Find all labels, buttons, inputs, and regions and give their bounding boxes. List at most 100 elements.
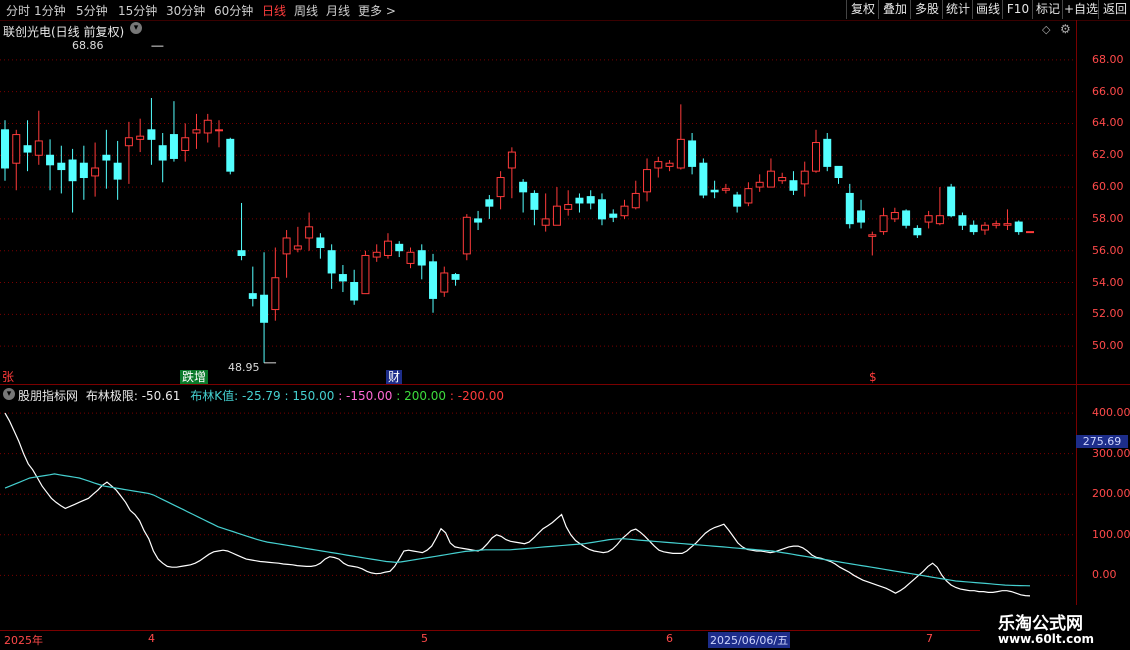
candlestick-chart[interactable] [0, 20, 1076, 384]
toolbar-button-1[interactable]: 叠加 [878, 0, 911, 19]
candle [676, 104, 685, 170]
candle [474, 210, 483, 231]
candle [823, 132, 832, 172]
watermark-name: 乐淘公式网 [998, 614, 1083, 634]
indicator-tick-1: 100.00 [1092, 527, 1130, 541]
period-tab-3[interactable]: 15分钟 [118, 2, 157, 19]
candle [372, 244, 381, 262]
candle [136, 118, 145, 153]
candle [237, 202, 246, 261]
price-tick-4: 58.00 [1092, 211, 1124, 225]
indicator-tick-4: 400.00 [1092, 406, 1130, 420]
candle [902, 209, 911, 229]
candle [169, 101, 178, 162]
candle [913, 225, 922, 238]
watermark-url: www.60lt.com [998, 632, 1095, 646]
period-tab-8[interactable]: 月线 [326, 2, 350, 19]
candle [811, 129, 820, 173]
candle [293, 226, 302, 253]
period-tab-5[interactable]: 60分钟 [214, 2, 253, 19]
candle [79, 145, 88, 200]
event-marker-diezeng[interactable]: 跌增 [180, 370, 209, 384]
candle [620, 199, 629, 219]
candle [980, 222, 989, 235]
indicator-chart[interactable] [0, 400, 1076, 630]
toolbar-button-2[interactable]: 多股 [910, 0, 943, 19]
candle [417, 244, 426, 280]
candle [654, 156, 663, 178]
toolbar-button-8[interactable]: 返回 [1098, 0, 1130, 19]
candle [192, 113, 201, 149]
price-tick-2: 54.00 [1092, 275, 1124, 289]
indicator-tick-0: 0.00 [1092, 568, 1117, 582]
candle [868, 231, 877, 256]
candle [778, 172, 787, 184]
candle [507, 147, 516, 199]
toolbar-button-4[interactable]: 画线 [972, 0, 1003, 19]
candle [462, 214, 471, 261]
indicator-tick-2: 200.00 [1092, 487, 1130, 501]
candle [46, 139, 55, 191]
candle [710, 180, 719, 199]
high-price-label: 68.86 [72, 39, 104, 52]
candle [552, 187, 561, 226]
candle [338, 265, 347, 293]
candle [440, 266, 449, 297]
candle [68, 148, 77, 213]
toolbar-button-3[interactable]: 统计 [942, 0, 973, 19]
candle [688, 132, 697, 175]
candle [1, 120, 9, 181]
toolbar-button-0[interactable]: 复权 [846, 0, 879, 19]
candle [935, 187, 944, 226]
candle [541, 193, 550, 232]
candle [327, 244, 336, 289]
date-label-may: 5 [421, 632, 428, 645]
candle [485, 195, 494, 219]
period-tab-4[interactable]: 30分钟 [166, 2, 205, 19]
period-tab-2[interactable]: 5分钟 [76, 2, 108, 19]
period-tab-7[interactable]: 周线 [294, 2, 318, 19]
candle [575, 193, 584, 213]
date-label-year: 2025年 [4, 634, 43, 647]
candle [226, 137, 235, 175]
price-tick-6: 62.00 [1092, 148, 1124, 162]
event-marker-dollar[interactable]: $ [867, 370, 879, 384]
toolbar-button-6[interactable]: 标记 [1032, 0, 1063, 19]
period-tab-9[interactable]: 更多 > [358, 2, 396, 19]
event-marker-cai[interactable]: 财 [386, 370, 403, 384]
candle [496, 171, 505, 210]
date-label-jun: 6 [666, 632, 673, 645]
candle [890, 207, 899, 223]
price-tick-8: 66.00 [1092, 84, 1124, 98]
toolbar-button-7[interactable]: +自选 [1062, 0, 1099, 19]
candle [586, 190, 595, 210]
event-marker-zhang[interactable]: 张 [0, 370, 16, 384]
bollinger-k-line [4, 473, 1031, 587]
date-label-jul: 7 [926, 632, 933, 645]
candle [800, 161, 809, 197]
indicator-dropdown-icon[interactable]: ▾ [3, 388, 15, 400]
candle [316, 233, 325, 259]
candle [1026, 231, 1034, 234]
price-tick-1: 52.00 [1092, 307, 1124, 321]
toolbar-button-5[interactable]: F10 [1002, 0, 1033, 19]
panel-separator [0, 384, 1130, 385]
period-tab-0[interactable]: 分时 [6, 2, 30, 19]
candle [564, 190, 573, 216]
period-tab-6[interactable]: 日线 [262, 2, 286, 19]
candle [305, 212, 314, 251]
watermark: 乐淘公式网 www.60lt.com [980, 605, 1130, 650]
candle [631, 180, 640, 210]
candle [91, 142, 100, 197]
candle [113, 140, 122, 200]
candle [361, 250, 370, 295]
price-tick-9: 68.00 [1092, 52, 1124, 66]
candle [789, 171, 798, 196]
candle [12, 129, 21, 191]
period-tab-1[interactable]: 1分钟 [34, 2, 66, 19]
candle [271, 247, 280, 321]
candle [350, 269, 359, 305]
candle [958, 212, 967, 231]
top-toolbar: 分时 1分钟 5分钟 15分钟 30分钟 60分钟 日线 周线 月线 更多 > 复权 叠加 多股 统计画… [0, 0, 1130, 21]
candle [755, 174, 764, 192]
